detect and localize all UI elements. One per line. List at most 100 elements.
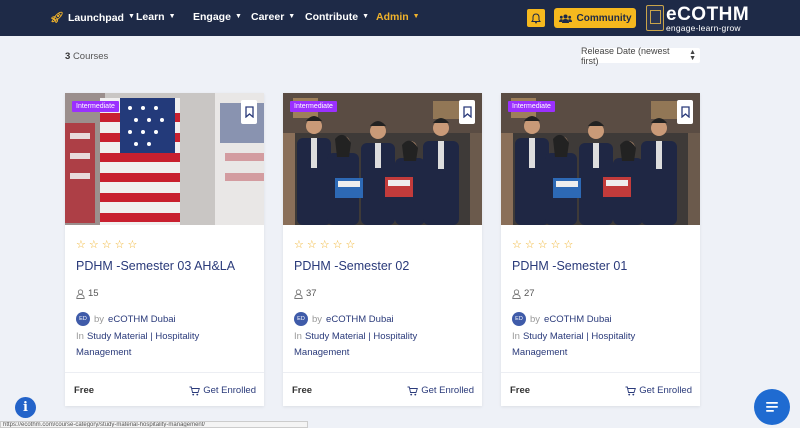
- rating-stars: ☆ ☆ ☆ ☆ ☆: [294, 240, 355, 251]
- bookmark-button[interactable]: [677, 100, 693, 124]
- course-count-number: 3: [65, 51, 71, 62]
- star-outline-icon: ☆: [550, 239, 561, 251]
- avatar: ED: [512, 312, 526, 326]
- level-badge: Intermediate: [508, 101, 555, 112]
- star-outline-icon: ☆: [537, 239, 548, 251]
- group-photo-image: [501, 93, 700, 225]
- nav-contribute-label: Contribute: [305, 11, 359, 23]
- course-thumbnail[interactable]: Intermediate: [283, 93, 482, 225]
- chevron-down-icon: ▼: [412, 12, 420, 20]
- cart-icon: [625, 386, 637, 395]
- course-card[interactable]: Intermediate ☆ ☆ ☆ ☆ ☆ PDHM -Semester 02…: [283, 93, 482, 406]
- course-title[interactable]: PDHM -Semester 01: [512, 259, 627, 273]
- course-card[interactable]: Intermediate ☆ ☆ ☆ ☆ ☆ PDHM -Semester 03…: [65, 93, 264, 406]
- nav-contribute[interactable]: Contribute ▼: [305, 11, 369, 23]
- user-icon: [294, 288, 303, 299]
- category-link[interactable]: Study Material | Hospitality Management: [294, 331, 417, 358]
- card-divider: [501, 372, 700, 373]
- author-name[interactable]: eCOTHM Dubai: [108, 314, 176, 325]
- avatar: ED: [76, 312, 90, 326]
- course-price: Free: [510, 385, 531, 396]
- nav-engage[interactable]: Engage ▼: [193, 11, 242, 23]
- star-outline-icon: ☆: [563, 239, 574, 251]
- nav-admin[interactable]: Admin ▼: [376, 11, 420, 23]
- enroll-label: Get Enrolled: [639, 385, 692, 396]
- cart-icon: [189, 386, 201, 395]
- student-count: 37: [294, 288, 317, 299]
- top-navbar: 🚀︎ Launchpad ▼ Learn ▼ Engage ▼ Career ▼…: [0, 0, 800, 36]
- info-button[interactable]: i: [15, 397, 36, 418]
- chat-button[interactable]: [754, 389, 790, 425]
- nav-launchpad[interactable]: 🚀︎ Launchpad ▼: [50, 11, 135, 25]
- avatar: ED: [294, 312, 308, 326]
- brand-logo[interactable]: eCOTHM engage-learn-grow: [646, 4, 756, 33]
- bookmark-icon: [244, 106, 254, 118]
- bookmark-button[interactable]: [459, 100, 475, 124]
- star-outline-icon: ☆: [332, 239, 343, 251]
- star-outline-icon: ☆: [127, 239, 138, 251]
- star-outline-icon: ☆: [101, 239, 112, 251]
- student-count-value: 15: [88, 288, 99, 299]
- star-outline-icon: ☆: [345, 239, 356, 251]
- enroll-button[interactable]: Get Enrolled: [189, 385, 256, 396]
- rocket-icon: 🚀︎: [50, 12, 64, 24]
- author-name[interactable]: eCOTHM Dubai: [544, 314, 612, 325]
- bookmark-button[interactable]: [241, 100, 257, 124]
- nav-career[interactable]: Career ▼: [251, 11, 295, 23]
- by-label: by: [94, 313, 105, 325]
- star-outline-icon: ☆: [524, 239, 535, 251]
- course-thumbnail[interactable]: Intermediate: [501, 93, 700, 225]
- bookmark-icon: [680, 106, 690, 118]
- course-title[interactable]: PDHM -Semester 02: [294, 259, 409, 273]
- course-card[interactable]: Intermediate ☆ ☆ ☆ ☆ ☆ PDHM -Semester 01…: [501, 93, 700, 406]
- level-badge: Intermediate: [72, 101, 119, 112]
- community-button[interactable]: Community: [554, 8, 636, 28]
- info-icon: i: [23, 400, 28, 415]
- in-label: In: [512, 331, 520, 342]
- group-photo-image: [283, 93, 482, 225]
- course-author: ED by eCOTHM Dubai: [512, 312, 612, 326]
- category-link[interactable]: Study Material | Hospitality Management: [76, 331, 199, 358]
- users-icon: [558, 14, 572, 23]
- card-divider: [283, 372, 482, 373]
- sort-select-value: Release Date (newest first): [581, 45, 670, 66]
- rating-stars: ☆ ☆ ☆ ☆ ☆: [512, 240, 573, 251]
- bell-icon: [531, 12, 541, 23]
- course-price: Free: [292, 385, 313, 396]
- crest-icon: [646, 5, 664, 31]
- chevron-down-icon: ▼: [234, 12, 242, 20]
- course-title[interactable]: PDHM -Semester 03 AH&LA: [76, 259, 235, 273]
- course-count: 3 Courses: [65, 51, 108, 62]
- star-outline-icon: ☆: [319, 239, 330, 251]
- nav-admin-label: Admin: [376, 11, 409, 23]
- sort-select[interactable]: Release Date (newest first) ▲ ▼: [581, 45, 700, 66]
- bookmark-icon: [462, 106, 472, 118]
- course-category: In Study Material | Hospitality Managemen…: [76, 329, 256, 361]
- enroll-label: Get Enrolled: [421, 385, 474, 396]
- author-name[interactable]: eCOTHM Dubai: [326, 314, 394, 325]
- nav-career-label: Career: [251, 11, 285, 23]
- course-author: ED by eCOTHM Dubai: [76, 312, 176, 326]
- enroll-button[interactable]: Get Enrolled: [625, 385, 692, 396]
- by-label: by: [530, 313, 541, 325]
- category-link[interactable]: Study Material | Hospitality Management: [512, 331, 635, 358]
- star-outline-icon: ☆: [306, 239, 317, 251]
- course-count-label: Courses: [72, 51, 109, 62]
- course-category: In Study Material | Hospitality Managemen…: [294, 329, 474, 361]
- card-divider: [65, 372, 264, 373]
- enroll-label: Get Enrolled: [203, 385, 256, 396]
- star-outline-icon: ☆: [76, 239, 86, 251]
- course-thumbnail[interactable]: Intermediate: [65, 93, 264, 225]
- enroll-button[interactable]: Get Enrolled: [407, 385, 474, 396]
- notifications-button[interactable]: [527, 9, 545, 27]
- flags-image: [65, 93, 264, 225]
- star-outline-icon: ☆: [114, 239, 125, 251]
- sort-arrows-icon: ▲ ▼: [689, 48, 696, 62]
- course-author: ED by eCOTHM Dubai: [294, 312, 394, 326]
- nav-learn[interactable]: Learn ▼: [136, 11, 176, 23]
- level-badge: Intermediate: [290, 101, 337, 112]
- chevron-down-icon: ▼: [288, 12, 296, 20]
- brand-tagline: engage-learn-grow: [666, 23, 741, 33]
- student-count: 15: [76, 288, 99, 299]
- student-count-value: 37: [306, 288, 317, 299]
